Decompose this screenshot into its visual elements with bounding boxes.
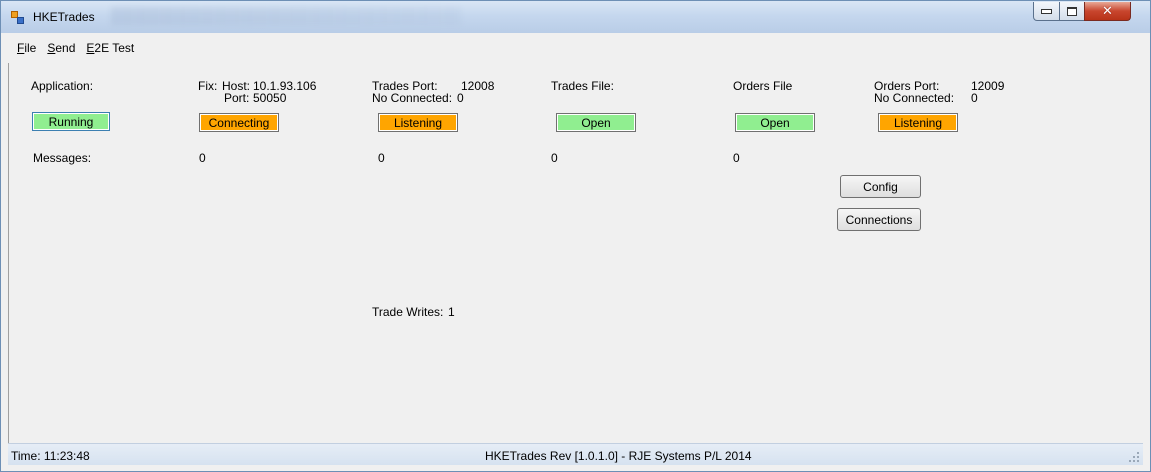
fix-port-label: Port: xyxy=(224,91,250,105)
application-status-button[interactable]: Running xyxy=(32,112,110,131)
orders-connected-value: 0 xyxy=(971,91,978,105)
trades-file-status-button[interactable]: Open xyxy=(556,113,636,132)
trades-file-label: Trades File: xyxy=(551,79,614,93)
main-window: HKETrades ✕ File Send E2E Test Applicati… xyxy=(0,0,1151,472)
status-time-value: 11:23:48 xyxy=(43,449,90,463)
trades-connected-label: No Connected: xyxy=(372,91,453,105)
fix-label: Fix: xyxy=(198,79,218,93)
orders-file-label: Orders File xyxy=(733,79,793,93)
config-button[interactable]: Config xyxy=(840,175,921,198)
orders-port-status-button[interactable]: Listening xyxy=(878,113,958,132)
menu-send[interactable]: Send xyxy=(47,41,75,55)
maximize-button[interactable] xyxy=(1059,2,1085,21)
status-time-label: Time: xyxy=(11,449,41,463)
status-time: Time: 11:23:48 xyxy=(11,449,90,463)
app-icon[interactable] xyxy=(11,11,25,25)
menu-e2e-test[interactable]: E2E Test xyxy=(86,41,134,55)
window-title: HKETrades xyxy=(33,10,95,24)
fix-messages-count: 0 xyxy=(199,151,206,165)
status-bar: Time: 11:23:48 HKETrades Rev [1.0.1.0] -… xyxy=(8,443,1143,465)
minimize-icon xyxy=(1041,8,1052,14)
fix-status-button[interactable]: Connecting xyxy=(199,113,279,132)
trades-connected-value: 0 xyxy=(457,91,464,105)
minimize-button[interactable] xyxy=(1033,2,1060,21)
title-bar[interactable]: HKETrades ✕ xyxy=(1,1,1150,33)
status-version: HKETrades Rev [1.0.1.0] - RJE Systems P/… xyxy=(485,449,752,463)
trades-port-value: 12008 xyxy=(461,79,495,93)
trade-writes-label: Trade Writes: xyxy=(372,305,444,319)
size-grip[interactable] xyxy=(1129,452,1139,462)
trades-file-messages-count: 0 xyxy=(551,151,558,165)
menu-bar: File Send E2E Test xyxy=(8,33,1143,63)
menu-file[interactable]: File xyxy=(17,41,36,55)
close-icon: ✕ xyxy=(1102,3,1113,19)
orders-file-status-button[interactable]: Open xyxy=(735,113,815,132)
fix-port-value: 50050 xyxy=(253,91,287,105)
maximize-icon xyxy=(1067,6,1077,16)
messages-label: Messages: xyxy=(33,151,92,165)
connections-button[interactable]: Connections xyxy=(837,208,921,231)
title-bar-blur xyxy=(111,7,461,25)
orders-connected-label: No Connected: xyxy=(874,91,955,105)
client-area: Application: Running Fix: Host: 10.1.93.… xyxy=(8,63,1143,443)
application-label: Application: xyxy=(31,79,94,93)
orders-file-messages-count: 0 xyxy=(733,151,740,165)
trades-port-status-button[interactable]: Listening xyxy=(378,113,458,132)
close-button[interactable]: ✕ xyxy=(1084,2,1131,21)
trades-messages-count: 0 xyxy=(378,151,385,165)
trade-writes-value: 1 xyxy=(448,305,455,319)
